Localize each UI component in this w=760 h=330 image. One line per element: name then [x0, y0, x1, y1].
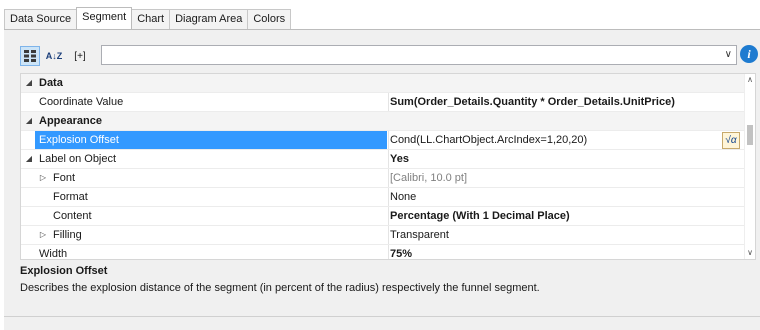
category-row-data[interactable]: ◢ Data: [21, 74, 747, 93]
divider: [4, 316, 760, 317]
tab-data-source[interactable]: Data Source: [4, 9, 78, 29]
formula-editor-button[interactable]: √α: [722, 132, 740, 149]
vertical-scrollbar[interactable]: ∧ ∨: [744, 74, 755, 259]
property-value[interactable]: Yes: [390, 150, 746, 168]
description-panel: Explosion Offset Describes the explosion…: [20, 264, 756, 296]
tab-segment[interactable]: Segment: [76, 7, 133, 29]
property-grid: ◢ Data Coordinate Value Sum(Order_Detail…: [20, 73, 756, 260]
formula-input[interactable]: [104, 47, 708, 65]
property-name: Content: [53, 210, 92, 222]
column-divider: [388, 245, 389, 259]
column-divider: [388, 226, 389, 244]
property-row-width[interactable]: Width 75%: [21, 245, 747, 260]
property-name: Explosion Offset: [39, 134, 119, 146]
property-name: Coordinate Value: [39, 96, 124, 108]
column-divider: [388, 207, 389, 225]
property-row-format[interactable]: Format None: [21, 188, 747, 207]
formula-combobox[interactable]: ∨: [101, 45, 737, 65]
property-row-content[interactable]: Content Percentage (With 1 Decimal Place…: [21, 207, 747, 226]
tab-colors[interactable]: Colors: [247, 9, 292, 29]
category-label: Data: [39, 77, 63, 89]
sort-alpha-button[interactable]: A↓Z: [44, 46, 64, 66]
tab-diagram-area[interactable]: Diagram Area: [169, 9, 249, 29]
column-divider: [388, 150, 389, 168]
collapse-triangle-icon[interactable]: ◢: [23, 150, 35, 168]
categorized-view-button[interactable]: [20, 46, 40, 66]
info-button[interactable]: i: [740, 45, 758, 63]
category-row-appearance[interactable]: ◢ Appearance: [21, 112, 747, 131]
property-value[interactable]: Transparent: [390, 226, 746, 244]
property-value[interactable]: 75%: [390, 245, 746, 259]
column-divider: [388, 169, 389, 187]
property-toolbar: A↓Z [+] ∨ i: [20, 45, 760, 67]
scroll-up-icon[interactable]: ∧: [745, 74, 755, 86]
sort-alpha-icon: A↓Z: [45, 51, 63, 61]
property-name: Filling: [53, 229, 82, 241]
expand-all-button[interactable]: [+]: [66, 46, 94, 66]
scrollbar-thumb[interactable]: [747, 125, 753, 145]
property-name: Label on Object: [39, 153, 117, 165]
property-value[interactable]: Percentage (With 1 Decimal Place): [390, 207, 746, 225]
property-value[interactable]: Cond(LL.ChartObject.ArcIndex=1,20,20): [390, 131, 746, 149]
category-label: Appearance: [39, 115, 102, 127]
property-name: Format: [53, 191, 88, 203]
column-divider: [388, 93, 389, 111]
property-row-coordinate-value[interactable]: Coordinate Value Sum(Order_Details.Quant…: [21, 93, 747, 112]
property-value[interactable]: [Calibri, 10.0 pt]: [390, 169, 746, 187]
property-name: Width: [39, 248, 68, 260]
description-title: Explosion Offset: [20, 265, 108, 277]
description-text: Describes the explosion distance of the …: [20, 282, 540, 294]
column-divider: [388, 188, 389, 206]
tab-bar: Data Source Segment Chart Diagram Area C…: [4, 7, 292, 29]
property-name: Font: [53, 172, 76, 184]
property-value[interactable]: Sum(Order_Details.Quantity * Order_Detai…: [390, 93, 746, 111]
column-divider: [388, 131, 389, 149]
property-row-label-on-object[interactable]: ◢ Label on Object Yes: [21, 150, 747, 169]
collapse-triangle-icon[interactable]: ◢: [23, 112, 35, 130]
property-row-font[interactable]: ▷ Font [Calibri, 10.0 pt]: [21, 169, 747, 188]
categorized-view-icon: [24, 50, 36, 62]
property-value[interactable]: None: [390, 188, 746, 206]
expand-label: [+]: [74, 50, 86, 62]
property-row-filling[interactable]: ▷ Filling Transparent: [21, 226, 747, 245]
scroll-down-icon[interactable]: ∨: [745, 247, 755, 259]
expand-triangle-icon[interactable]: ▷: [37, 226, 49, 244]
property-row-explosion-offset[interactable]: Explosion Offset Cond(LL.ChartObject.Arc…: [21, 131, 747, 150]
expand-triangle-icon[interactable]: ▷: [37, 169, 49, 187]
collapse-triangle-icon[interactable]: ◢: [23, 74, 35, 92]
info-icon: i: [747, 47, 751, 61]
chevron-down-icon[interactable]: ∨: [725, 49, 732, 60]
tab-chart[interactable]: Chart: [131, 9, 171, 29]
